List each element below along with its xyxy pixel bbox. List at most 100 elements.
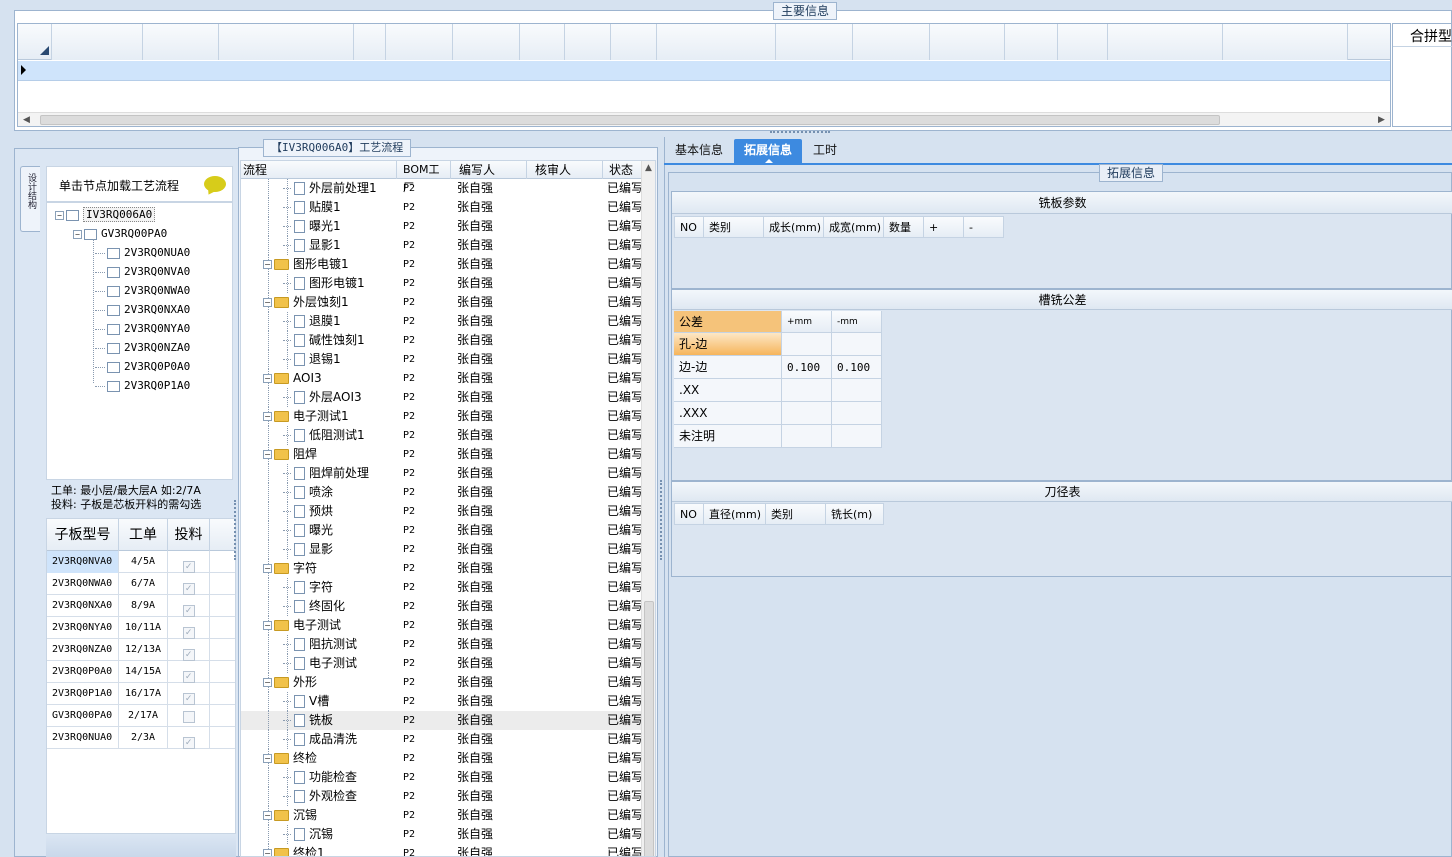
main-grid-row[interactable]: [18, 61, 1390, 81]
flow-name-cell[interactable]: V槽: [283, 692, 329, 711]
sub-board-row[interactable]: 2V3RQ0NYA0 10/11A ✓: [47, 617, 235, 639]
slot-row-minus[interactable]: [832, 379, 882, 402]
collapse-icon[interactable]: −: [263, 754, 272, 763]
flow-name-cell[interactable]: 电子测试: [283, 654, 357, 673]
flow-row[interactable]: 功能检查 P2 张自强 已编写: [241, 768, 641, 787]
flow-row[interactable]: 喷涂 P2 张自强 已编写: [241, 483, 641, 502]
slot-col-1[interactable]: +mm: [782, 311, 832, 333]
collapse-icon[interactable]: −: [263, 849, 272, 856]
flow-row[interactable]: − 电子测试 P2 张自强 已编写: [241, 616, 641, 635]
flow-row[interactable]: 外层AOI3 P2 张自强 已编写: [241, 388, 641, 407]
flow-row[interactable]: 阻焊前处理 P2 张自强 已编写: [241, 464, 641, 483]
tree-leaf-node[interactable]: 2V3RQ0P0A0: [95, 357, 190, 376]
main-col-4[interactable]: [386, 24, 453, 60]
flow-name-cell[interactable]: 外层前处理1: [283, 179, 377, 198]
main-col-8[interactable]: [611, 24, 657, 60]
flow-name-cell[interactable]: 低阻测试1: [283, 426, 365, 445]
sub-order-cell[interactable]: 4/5A: [119, 551, 168, 573]
collapse-icon[interactable]: −: [55, 210, 64, 220]
tree-leaf-node[interactable]: 2V3RQ0NVA0: [95, 262, 190, 281]
flow-name-cell[interactable]: 退膜1: [283, 312, 341, 331]
sub-model-cell[interactable]: 2V3RQ0NXA0: [47, 595, 119, 617]
main-cell-14[interactable]: [1058, 61, 1108, 81]
flow-name-cell[interactable]: − 沉锡: [263, 806, 317, 825]
mill-col-1[interactable]: 类别: [704, 216, 764, 238]
sub-board-row[interactable]: 2V3RQ0P1A0 16/17A ✓: [47, 683, 235, 705]
sub-board-row[interactable]: 2V3RQ0NUA0 2/3A ✓: [47, 727, 235, 749]
scroll-right-icon[interactable]: ▶: [1378, 115, 1385, 125]
flow-row[interactable]: 图形电镀1 P2 张自强 已编写: [241, 274, 641, 293]
main-cell-3[interactable]: [354, 61, 386, 81]
sub-order-cell[interactable]: 2/3A: [119, 727, 168, 749]
flow-name-cell[interactable]: 退锡1: [283, 350, 341, 369]
flow-row[interactable]: − 终检 P2 张自强 已编写: [241, 749, 641, 768]
flow-row[interactable]: 成品清洗 P2 张自强 已编写: [241, 730, 641, 749]
sub-model-cell[interactable]: 2V3RQ0NWA0: [47, 573, 119, 595]
flow-col-name[interactable]: 流程: [243, 161, 397, 179]
checkbox-unchecked-icon[interactable]: [182, 711, 195, 723]
flow-name-cell[interactable]: 图形电镀1: [283, 274, 365, 293]
tab-2[interactable]: 工时: [810, 139, 840, 163]
main-cell-7[interactable]: [565, 61, 611, 81]
tree-leaf-node[interactable]: 2V3RQ0NZA0: [95, 338, 190, 357]
checkbox-checked-icon[interactable]: ✓: [182, 561, 195, 573]
flow-name-cell[interactable]: − 阻焊: [263, 445, 317, 464]
tree-leaf-node[interactable]: 2V3RQ0NXA0: [95, 300, 190, 319]
flow-row[interactable]: 曝光1 P2 张自强 已编写: [241, 217, 641, 236]
main-cell-8[interactable]: [611, 61, 657, 81]
flow-row[interactable]: 外观检查 P2 张自强 已编写: [241, 787, 641, 806]
sub-order-cell[interactable]: 8/9A: [119, 595, 168, 617]
flow-name-cell[interactable]: 曝光1: [283, 217, 341, 236]
main-col-6[interactable]: [520, 24, 565, 60]
main-cell-6[interactable]: [520, 61, 565, 81]
mill-col-4[interactable]: 数量: [884, 216, 924, 238]
checkbox-checked-icon[interactable]: ✓: [182, 605, 195, 617]
sub-model-cell[interactable]: 2V3RQ0NVA0: [47, 551, 119, 573]
flow-row[interactable]: 曝光 P2 张自强 已编写: [241, 521, 641, 540]
checkbox-checked-icon[interactable]: ✓: [182, 737, 195, 749]
slot-row-label[interactable]: .XXX: [674, 402, 782, 425]
sub-board-row[interactable]: 2V3RQ0NVA0 4/5A ✓: [47, 551, 235, 573]
knife-col-0[interactable]: NO: [674, 503, 704, 525]
flow-row[interactable]: − 电子测试1 P2 张自强 已编写: [241, 407, 641, 426]
slot-row-minus[interactable]: [832, 402, 882, 425]
flow-name-cell[interactable]: 显影: [283, 540, 333, 559]
tree-leaf-node[interactable]: 2V3RQ0NWA0: [95, 281, 190, 300]
flow-name-cell[interactable]: − 图形电镀1: [263, 255, 349, 274]
main-cell-11[interactable]: [853, 61, 930, 81]
main-col-9[interactable]: [657, 24, 776, 60]
checkbox-checked-icon[interactable]: ✓: [182, 649, 195, 661]
main-col-2[interactable]: [219, 24, 354, 60]
flow-name-cell[interactable]: 显影1: [283, 236, 341, 255]
flow-name-cell[interactable]: 贴膜1: [283, 198, 341, 217]
main-grid-hscroll[interactable]: ◀ ▶: [18, 112, 1390, 126]
sub-order-cell[interactable]: 10/11A: [119, 617, 168, 639]
flow-row[interactable]: 铣板 P2 张自强 已编写: [241, 711, 641, 730]
sub-col-order[interactable]: 工单: [119, 519, 168, 551]
flow-row[interactable]: 沉锡 P2 张自强 已编写: [241, 825, 641, 844]
main-col-10[interactable]: [776, 24, 853, 60]
flow-row[interactable]: 显影 P2 张自强 已编写: [241, 540, 641, 559]
slot-row-minus[interactable]: [832, 425, 882, 448]
flow-row[interactable]: − 阻焊 P2 张自强 已编写: [241, 445, 641, 464]
flow-row[interactable]: 退锡1 P2 张自强 已编写: [241, 350, 641, 369]
tree-child-node[interactable]: − GV3RQ00PA0: [73, 224, 167, 243]
scroll-up-icon[interactable]: ▲: [645, 163, 652, 173]
slot-row-plus[interactable]: [782, 333, 832, 356]
main-cell-13[interactable]: [1005, 61, 1058, 81]
flow-row[interactable]: − 外层蚀刻1 P2 张自强 已编写: [241, 293, 641, 312]
sub-order-cell[interactable]: 16/17A: [119, 683, 168, 705]
knife-col-2[interactable]: 类别: [766, 503, 826, 525]
slot-col-2[interactable]: -mm: [832, 311, 882, 333]
flow-row[interactable]: − AOI3 P2 张自强 已编写: [241, 369, 641, 388]
sub-col-feed[interactable]: 投料: [168, 519, 210, 551]
flow-col-bom[interactable]: BOM工厂: [397, 161, 451, 194]
sub-col-model[interactable]: 子板型号: [47, 519, 119, 551]
knife-col-3[interactable]: 铣长(m): [826, 503, 884, 525]
flow-name-cell[interactable]: 终固化: [283, 597, 345, 616]
mill-col-5[interactable]: +: [924, 216, 964, 238]
main-col-16[interactable]: [1223, 24, 1348, 60]
main-col-5[interactable]: [453, 24, 520, 60]
checkbox-checked-icon[interactable]: ✓: [182, 627, 195, 639]
flow-col-status[interactable]: 状态: [603, 161, 641, 179]
